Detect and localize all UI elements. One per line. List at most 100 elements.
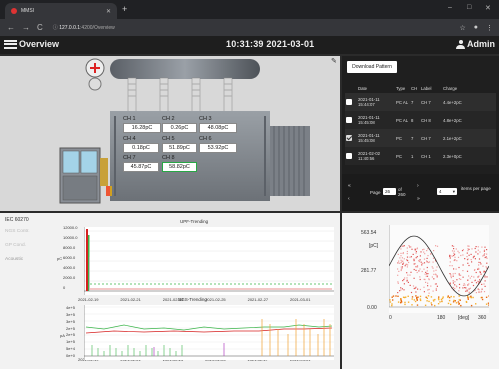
channel-value[interactable]: 0.18pC (123, 143, 159, 153)
forward-icon[interactable]: → (22, 23, 30, 32)
scatter-point (434, 304, 436, 307)
row-checkbox[interactable] (346, 98, 352, 105)
scatter-point (488, 304, 489, 306)
row-ch: 7 (410, 93, 420, 111)
column-header[interactable]: Charge (442, 84, 496, 93)
column-header[interactable]: Date (357, 84, 395, 93)
page-number-input[interactable]: 26 (383, 188, 396, 195)
site-info-icon[interactable]: ⓘ (53, 25, 58, 31)
scatter-point (458, 274, 460, 276)
scatter-point (450, 275, 452, 277)
row-checkbox[interactable] (346, 152, 352, 159)
scatter-point (419, 298, 422, 300)
scatter-point (448, 296, 451, 299)
scatter-point (467, 284, 469, 286)
channel-value[interactable]: 45.87pC (123, 162, 159, 172)
scatter-point (398, 260, 400, 262)
scatter-point (430, 296, 433, 298)
scatter-point (484, 280, 486, 282)
sidenav-item[interactable]: NGS Contr. (5, 229, 30, 234)
prev-page-icon[interactable]: ‹ (348, 196, 350, 202)
pin-icon[interactable]: ✎ (331, 57, 337, 65)
user-menu[interactable]: Admin (456, 39, 495, 49)
scatter-point (411, 304, 413, 306)
scatter-point (472, 284, 475, 287)
scatter-point (422, 249, 424, 251)
minimize-icon[interactable]: – (448, 4, 452, 11)
scatter-point (433, 250, 435, 252)
scatter-point (415, 286, 417, 288)
scatter-point (462, 276, 464, 278)
maximize-icon[interactable]: □ (467, 4, 471, 11)
tab-close-icon[interactable]: ✕ (106, 8, 111, 15)
scatter-point (403, 258, 405, 260)
browser-tab[interactable]: MMSI ✕ (5, 3, 117, 19)
scatter-point (478, 258, 481, 260)
scatter-point (471, 261, 473, 263)
scatter-point (413, 263, 415, 265)
next-page-icon[interactable]: › (417, 183, 419, 189)
scatter-point (413, 268, 415, 271)
column-header[interactable]: Type (395, 84, 410, 93)
scatter-point (427, 255, 429, 257)
scatter-point (475, 271, 477, 274)
ngs-chart-title: NGS-Trending (178, 297, 207, 302)
sidenav-item[interactable]: Acoustic (5, 257, 23, 262)
channel-value[interactable]: 53.92pC (199, 143, 237, 153)
items-per-page-select[interactable]: 4 ▾ (437, 188, 457, 195)
reload-icon[interactable]: C (37, 23, 43, 32)
table-row[interactable]: 2021-01-11 15:44:07 PC AL 7 CH 7 4.4e+2p… (345, 93, 496, 111)
table-row[interactable]: 2021-02-02 11:40:56 PC 1 CH 1 2.3e+0pC (345, 147, 496, 165)
scatter-point (402, 296, 405, 298)
scatter-point (457, 250, 459, 252)
window-close-icon[interactable]: ✕ (485, 4, 491, 12)
channel-value[interactable]: 16.28pC (123, 123, 161, 133)
browser-menu-icon[interactable]: ⋮ (486, 24, 493, 32)
column-header[interactable]: Label (420, 84, 442, 93)
scatter-point (416, 304, 419, 306)
scatter-point (468, 283, 470, 285)
scatter-point (417, 296, 419, 298)
scatter-point (479, 271, 481, 273)
scatter-point (481, 296, 483, 299)
scatter-point (452, 301, 455, 303)
new-tab-icon[interactable]: + (122, 4, 127, 14)
row-checkbox-checked[interactable] (346, 134, 352, 141)
channel-value[interactable]: 48.08pC (199, 123, 237, 133)
scatter-point (481, 246, 483, 248)
profile-icon[interactable]: ● (474, 24, 478, 32)
scatter-point (484, 253, 486, 255)
scatter-point (436, 276, 438, 278)
upf-ytick: 8000.0 (63, 245, 76, 250)
row-checkbox[interactable] (346, 116, 352, 123)
channel-value-highlighted[interactable]: 58.82pC (162, 162, 197, 172)
user-icon (456, 39, 465, 49)
last-page-icon[interactable]: » (417, 196, 420, 202)
download-pattern-panel: Download Pattern Date Type CH Label Char… (342, 56, 499, 211)
table-row[interactable]: 2021-01-11 15:45:08 PC 7 CH 7 2.1e+2pC (345, 129, 496, 147)
prpd-xunit: [deg] (458, 315, 470, 321)
scatter-point (425, 275, 427, 277)
scatter-point (456, 260, 458, 262)
row-ch: 7 (410, 129, 420, 147)
scatter-point (436, 266, 438, 268)
row-charge: 4.8e+2pC (442, 111, 496, 129)
sidenav-item[interactable]: GP Cond. (5, 243, 26, 248)
scatter-point (421, 270, 423, 273)
column-header[interactable]: CH (410, 84, 420, 93)
scatter-point (477, 249, 479, 251)
scatter-point (468, 275, 470, 277)
scatter-point (478, 281, 480, 283)
scatter-point (392, 295, 395, 297)
first-page-icon[interactable]: « (348, 183, 351, 189)
back-icon[interactable]: ← (7, 23, 15, 32)
url-field[interactable]: ⓘ 127.0.0.1:4200/Overview (53, 24, 115, 31)
channel-value[interactable]: 51.89pC (162, 143, 197, 153)
download-pattern-button[interactable]: Download Pattern (347, 61, 397, 73)
table-row[interactable]: 2021-01-11 15:45:08 PC AL 8 CH 8 4.8e+2p… (345, 111, 496, 129)
bookmark-star-icon[interactable]: ☆ (459, 24, 465, 32)
scatter-point (450, 295, 452, 298)
channel-value[interactable]: 0.26pC (162, 123, 197, 133)
scatter-point (416, 266, 419, 268)
menu-button[interactable]: Overview (4, 39, 59, 49)
